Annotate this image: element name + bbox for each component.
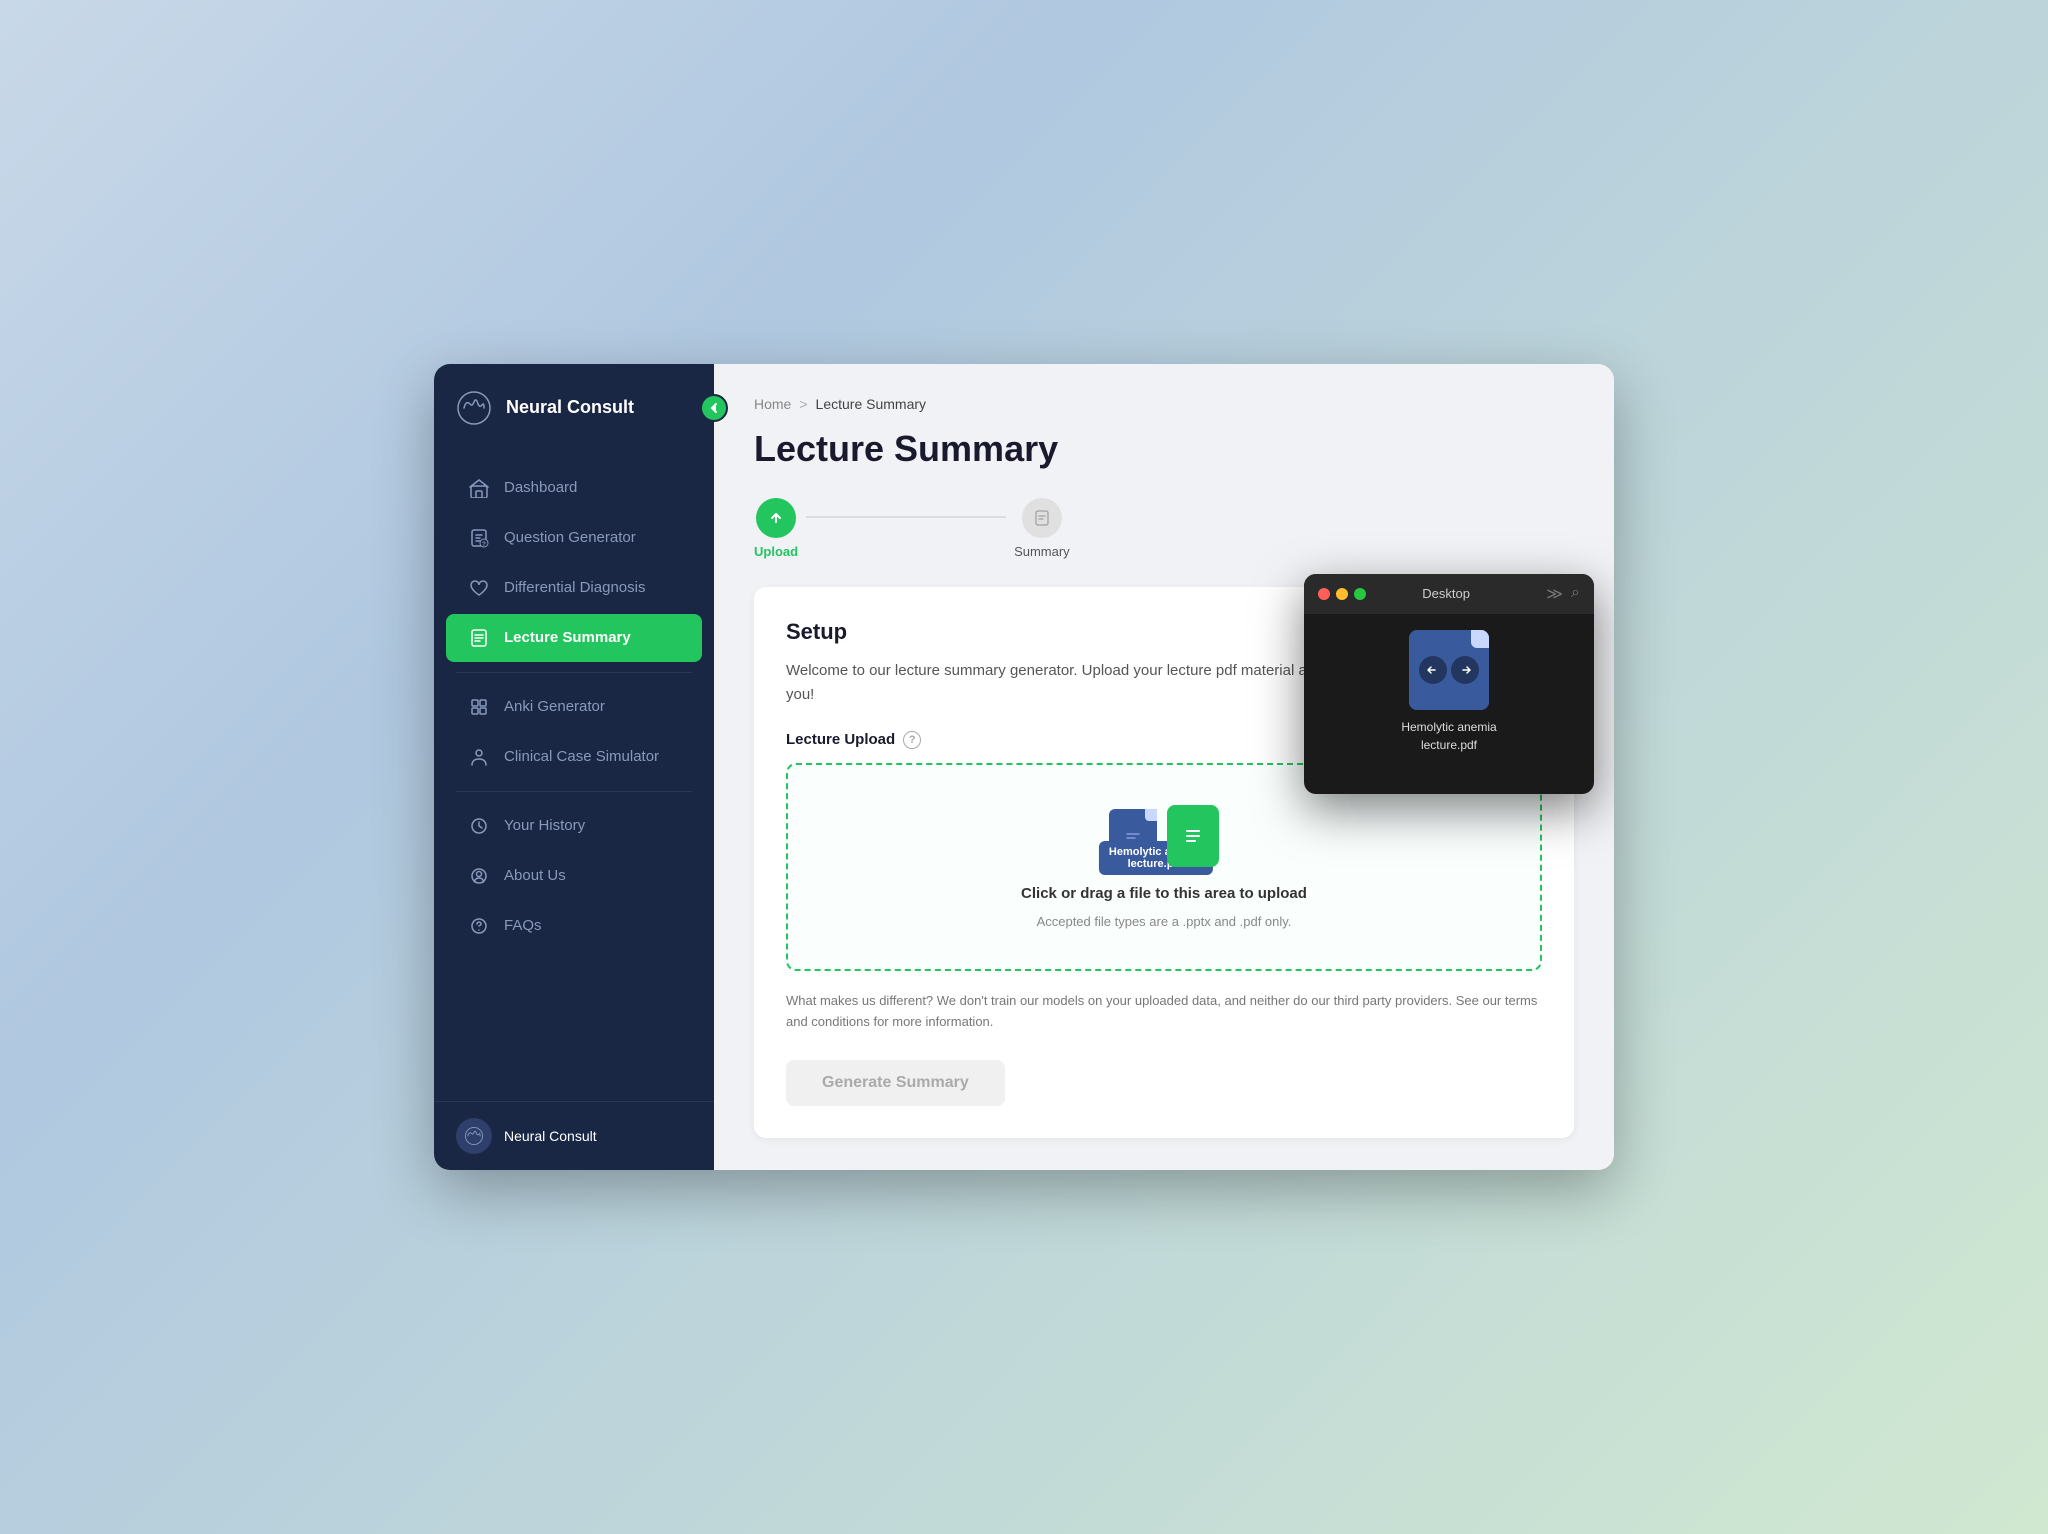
svg-text:?: ? [482,542,486,548]
step-upload-label: Upload [754,544,798,559]
desktop-file[interactable]: Hemolytic anemialecture.pdf [1401,630,1496,754]
titlebar-search-icon[interactable]: ⌕ [1571,584,1580,604]
sidebar-item-label: Differential Diagnosis [504,579,645,596]
file-icon-small: Hemolytic anemialecture.pdf [1109,809,1157,867]
sidebar-item-about-us[interactable]: About Us [446,852,702,900]
close-window-dot[interactable] [1318,588,1330,600]
main-content: Home > Lecture Summary Lecture Summary U… [714,364,1614,1171]
sidebar-item-your-history[interactable]: Your History [446,802,702,850]
upload-label-text: Lecture Upload [786,731,895,748]
sidebar-item-dashboard[interactable]: Dashboard [446,464,702,512]
nav-divider [456,672,692,673]
step-upload: Upload [754,498,798,559]
sidebar-item-faqs[interactable]: FAQs [446,902,702,950]
sidebar-item-clinical-case[interactable]: Clinical Case Simulator [446,733,702,781]
sidebar-item-differential-diagnosis[interactable]: Differential Diagnosis [446,564,702,612]
generate-summary-button[interactable]: Generate Summary [786,1060,1005,1106]
sidebar-collapse-button[interactable] [700,394,728,422]
question-circle-icon [468,915,490,937]
clock-icon [468,815,490,837]
step-summary-label: Summary [1014,544,1070,559]
breadcrumb-current: Lecture Summary [816,396,926,412]
app-logo [454,388,494,428]
home-icon [468,477,490,499]
stepper: Upload Summary [754,498,1574,559]
step-upload-circle [756,498,796,538]
sidebar-item-label: Your History [504,817,585,834]
sidebar-item-label: Dashboard [504,479,577,496]
step-summary-circle [1022,498,1062,538]
nav-divider-2 [456,791,692,792]
document-lines-icon [468,627,490,649]
step-summary: Summary [1014,498,1070,559]
upload-zone-icons: Hemolytic anemialecture.pdf [1109,805,1219,867]
sidebar-item-label: Lecture Summary [504,629,631,646]
sidebar-item-label: About Us [504,867,566,884]
sidebar-item-anki-generator[interactable]: Anki Generator [446,683,702,731]
sidebar-title: Neural Consult [506,397,634,418]
desktop-body: Hemolytic anemialecture.pdf [1304,614,1594,794]
sidebar-item-label: Question Generator [504,529,636,546]
file-icon-large [1167,805,1219,867]
question-generator-icon: ? [468,527,490,549]
breadcrumb: Home > Lecture Summary [754,396,1574,412]
privacy-note: What makes us different? We don't train … [786,991,1542,1033]
upload-sub-text: Accepted file types are a .pptx and .pdf… [1037,914,1292,929]
person-icon [468,746,490,768]
grid-icon [468,696,490,718]
desktop-window: Desktop ≫ ⌕ [1304,574,1594,794]
sidebar-item-label: Anki Generator [504,698,605,715]
desktop-file-icon [1409,630,1489,710]
sidebar-item-lecture-summary[interactable]: Lecture Summary [446,614,702,662]
sidebar: Neural Consult Dashboard ? Question Gene… [434,364,714,1171]
desktop-window-title: Desktop [1356,586,1536,601]
sidebar-item-label: FAQs [504,917,542,934]
breadcrumb-separator: > [799,396,807,412]
desktop-titlebar: Desktop ≫ ⌕ [1304,574,1594,614]
sidebar-item-question-generator[interactable]: ? Question Generator [446,514,702,562]
upload-main-text: Click or drag a file to this area to upl… [1021,885,1307,902]
breadcrumb-home[interactable]: Home [754,396,791,412]
sidebar-nav: Dashboard ? Question Generator Different… [434,452,714,1102]
heart-pulse-icon [468,577,490,599]
minimize-window-dot[interactable] [1336,588,1348,600]
step-connector [806,516,1006,518]
sidebar-footer: Neural Consult [434,1101,714,1170]
page-title: Lecture Summary [754,428,1574,470]
sidebar-item-label: Clinical Case Simulator [504,748,659,765]
titlebar-expand-icon[interactable]: ≫ [1546,584,1563,604]
sidebar-header: Neural Consult [434,364,714,452]
titlebar-actions: ≫ ⌕ [1546,584,1580,604]
upload-help-icon[interactable]: ? [903,731,921,749]
upload-zone[interactable]: Hemolytic anemialecture.pdf Click or dra… [786,763,1542,971]
person-circle-icon [468,865,490,887]
footer-name: Neural Consult [504,1128,597,1144]
footer-logo [456,1118,492,1154]
desktop-file-name: Hemolytic anemialecture.pdf [1401,718,1496,754]
